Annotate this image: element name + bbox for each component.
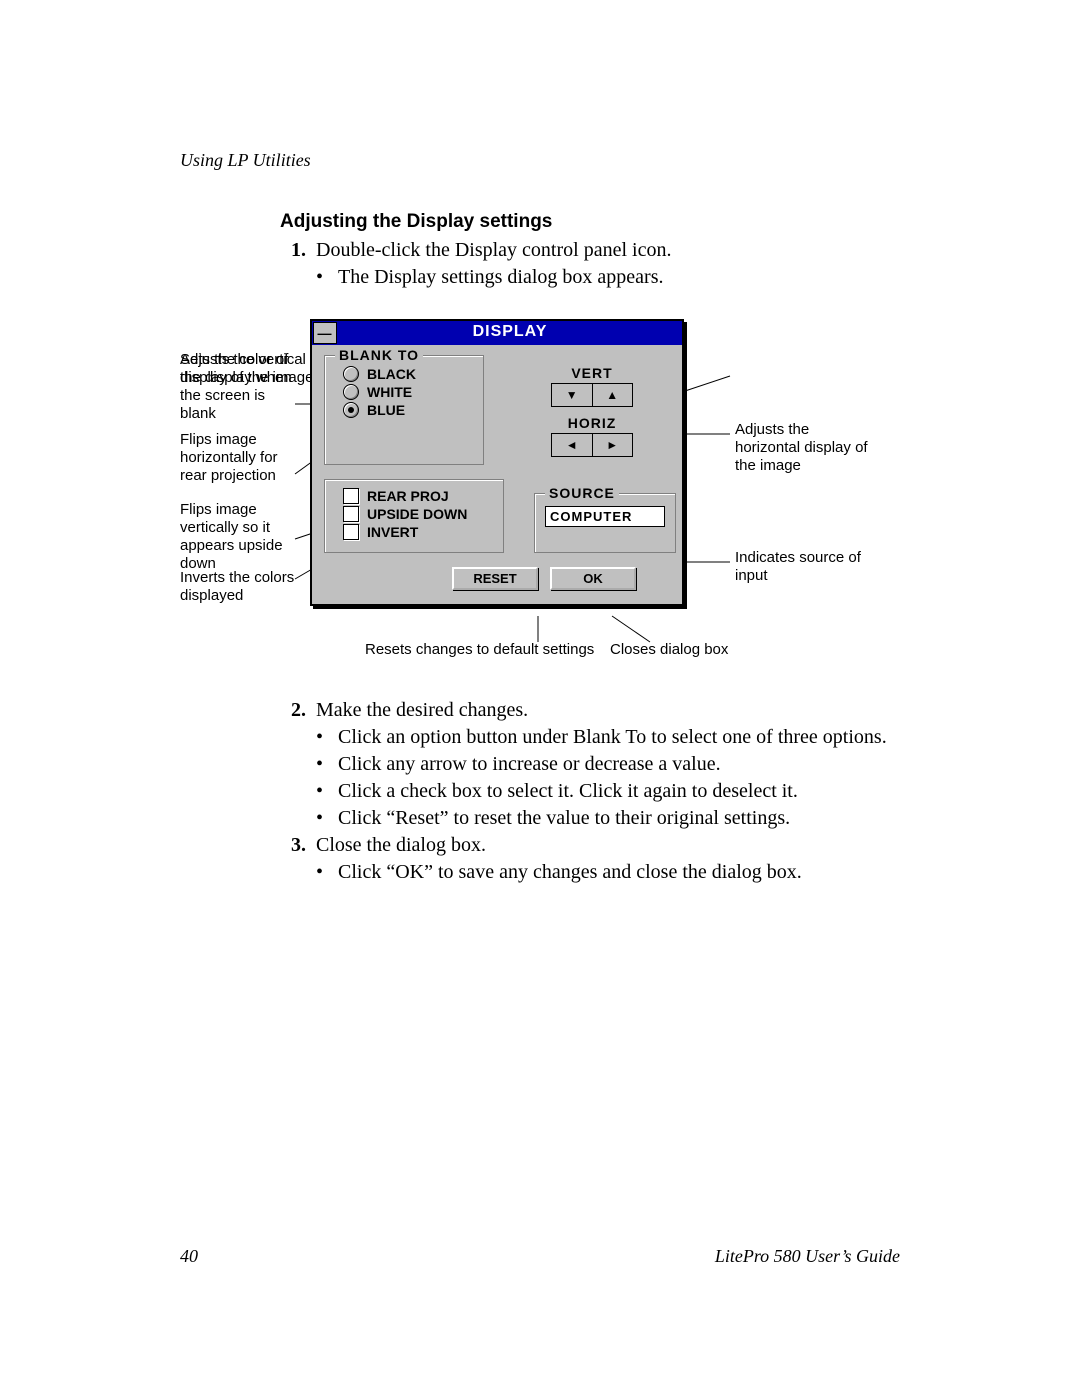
radio-black[interactable]: BLACK	[343, 366, 473, 382]
system-menu-icon[interactable]: —	[313, 322, 337, 344]
horiz-stepper: ◄ ►	[551, 433, 633, 457]
callout-source: Indicates source of input	[735, 549, 875, 585]
step-text: Double-click the Display control panel i…	[316, 239, 900, 262]
reset-button[interactable]: RESET	[452, 567, 538, 590]
step-number: 1.	[280, 239, 306, 262]
step-1-sub: • The Display settings dialog box appear…	[316, 266, 900, 289]
step-number: 3.	[280, 834, 306, 857]
sub-text: Click a check box to select it. Click it…	[338, 780, 900, 803]
callout-ok: Closes dialog box	[610, 641, 780, 659]
radio-blue[interactable]: BLUE	[343, 402, 473, 418]
page-footer: 40 LitePro 580 User’s Guide	[180, 1246, 900, 1267]
vert-label: VERT	[514, 365, 670, 381]
ok-button[interactable]: OK	[550, 567, 636, 590]
check-label: UPSIDE DOWN	[367, 506, 467, 522]
guide-title: LitePro 580 User’s Guide	[715, 1246, 900, 1267]
step-1: 1. Double-click the Display control pane…	[280, 239, 900, 262]
check-upside-down[interactable]: UPSIDE DOWN	[343, 506, 493, 522]
callout-upside: Flips image vertically so it appears ups…	[180, 501, 305, 573]
bullet-icon: •	[316, 780, 338, 803]
blank-to-legend: BLANK TO	[335, 347, 423, 363]
step-2b: •Click any arrow to increase or decrease…	[316, 753, 900, 776]
sub-text: The Display settings dialog box appears.	[338, 266, 900, 289]
step-2: 2. Make the desired changes.	[280, 699, 900, 722]
source-legend: SOURCE	[545, 485, 619, 501]
checkbox-icon	[343, 488, 359, 504]
radio-label: BLACK	[367, 366, 416, 382]
step-number: 2.	[280, 699, 306, 722]
bullet-icon: •	[316, 266, 338, 289]
callout-vert: Adjusts the vertical display of the imag…	[180, 351, 320, 387]
checks-group: REAR PROJ UPSIDE DOWN INVERT	[324, 479, 504, 553]
sub-text: Click “Reset” to reset the value to thei…	[338, 807, 900, 830]
callout-horiz: Adjusts the horizontal display of the im…	[735, 421, 875, 475]
radio-icon	[343, 384, 359, 400]
step-text: Close the dialog box.	[316, 834, 900, 857]
source-group: SOURCE COMPUTER	[534, 493, 676, 553]
step-text: Make the desired changes.	[316, 699, 900, 722]
checkbox-icon	[343, 524, 359, 540]
vert-stepper: ▼ ▲	[551, 383, 633, 407]
bullet-icon: •	[316, 753, 338, 776]
checkbox-icon	[343, 506, 359, 522]
check-invert[interactable]: INVERT	[343, 524, 493, 540]
callout-invert: Inverts the colors displayed	[180, 569, 300, 605]
step-2a: •Click an option button under Blank To t…	[316, 726, 900, 749]
step-2c: •Click a check box to select it. Click i…	[316, 780, 900, 803]
vert-down-button[interactable]: ▼	[552, 384, 593, 406]
display-dialog-figure: Sets the color of the display when the s…	[180, 319, 900, 679]
horiz-right-button[interactable]: ►	[593, 434, 633, 456]
check-label: REAR PROJ	[367, 488, 449, 504]
bullet-icon: •	[316, 861, 338, 884]
horiz-left-button[interactable]: ◄	[552, 434, 593, 456]
check-rear-proj[interactable]: REAR PROJ	[343, 488, 493, 504]
callout-rear: Flips image horizontally for rear projec…	[180, 431, 300, 485]
dialog-title: DISPLAY	[338, 321, 682, 345]
page-number: 40	[180, 1246, 198, 1267]
radio-icon	[343, 366, 359, 382]
radio-label: WHITE	[367, 384, 412, 400]
bullet-icon: •	[316, 726, 338, 749]
horiz-label: HORIZ	[514, 415, 670, 431]
blank-to-group: BLANK TO BLACK WHITE BLUE	[324, 355, 484, 465]
vert-up-button[interactable]: ▲	[593, 384, 633, 406]
step-3: 3. Close the dialog box.	[280, 834, 900, 857]
display-dialog: — DISPLAY BLANK TO BLACK	[310, 319, 684, 606]
callout-reset: Resets changes to default settings	[365, 641, 625, 659]
sub-text: Click any arrow to increase or decrease …	[338, 753, 900, 776]
section-title: Adjusting the Display settings	[280, 211, 900, 233]
dialog-titlebar: — DISPLAY	[312, 321, 682, 345]
source-value: COMPUTER	[545, 506, 665, 527]
radio-white[interactable]: WHITE	[343, 384, 473, 400]
step-3a: •Click “OK” to save any changes and clos…	[316, 861, 900, 884]
sub-text: Click “OK” to save any changes and close…	[338, 861, 900, 884]
step-2d: •Click “Reset” to reset the value to the…	[316, 807, 900, 830]
radio-icon	[343, 402, 359, 418]
check-label: INVERT	[367, 524, 418, 540]
running-header: Using LP Utilities	[180, 150, 900, 171]
sub-text: Click an option button under Blank To to…	[338, 726, 900, 749]
bullet-icon: •	[316, 807, 338, 830]
radio-label: BLUE	[367, 402, 405, 418]
